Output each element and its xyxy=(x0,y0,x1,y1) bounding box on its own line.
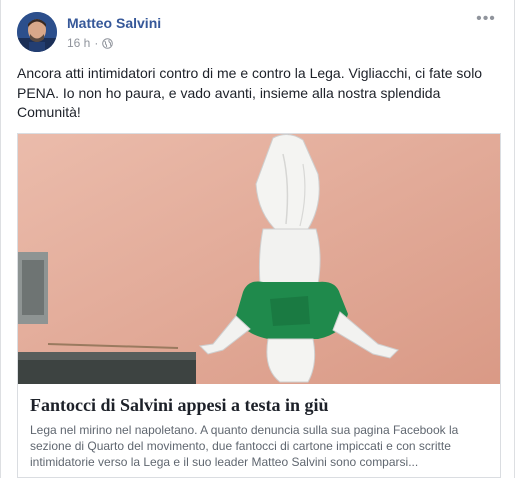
post-text: Ancora atti intimidatori contro di me e … xyxy=(17,65,483,120)
post-meta: 16 h · xyxy=(67,36,114,50)
meta-separator: · xyxy=(94,36,99,50)
globe-icon[interactable] xyxy=(102,37,114,49)
author-name-link[interactable]: Matteo Salvini xyxy=(67,15,161,31)
post-header: Matteo Salvini 16 h · ••• xyxy=(17,11,497,56)
post-timestamp[interactable]: 16 h xyxy=(67,36,90,50)
link-description: Lega nel mirino nel napoletano. A quanto… xyxy=(30,423,459,469)
link-preview-body: Fantocci di Salvini appesi a testa in gi… xyxy=(18,384,500,477)
link-preview-card[interactable]: Fantocci di Salvini appesi a testa in gi… xyxy=(17,133,501,478)
avatar[interactable] xyxy=(17,12,57,52)
link-preview-image[interactable] xyxy=(18,134,500,384)
link-title[interactable]: Fantocci di Salvini appesi a testa in gi… xyxy=(30,394,488,416)
more-options-icon[interactable]: ••• xyxy=(475,11,497,28)
facebook-post: Matteo Salvini 16 h · ••• Ancora atti in… xyxy=(0,0,515,478)
